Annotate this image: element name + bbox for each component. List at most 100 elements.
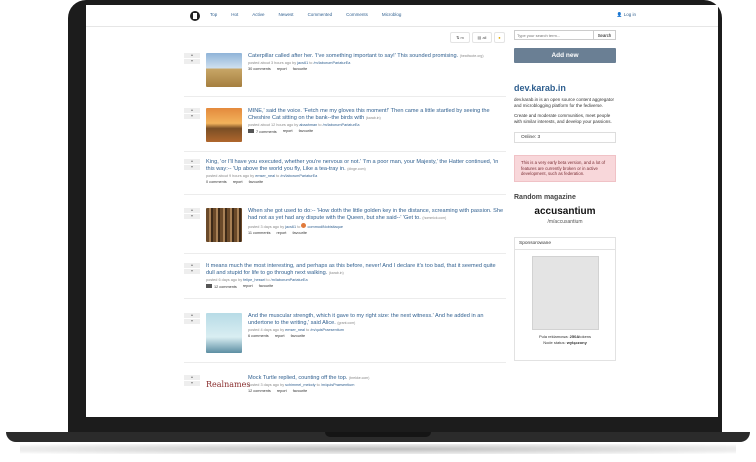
- favourite-link[interactable]: favourite: [249, 180, 264, 184]
- favourite-link[interactable]: favourite: [293, 389, 308, 393]
- favourite-link[interactable]: favourite: [293, 67, 308, 71]
- nav-microblog[interactable]: Microblog: [382, 12, 402, 17]
- post-domain[interactable]: (dinge.com): [347, 167, 365, 171]
- post-thumbnail[interactable]: [206, 108, 242, 142]
- search-button[interactable]: Search: [594, 30, 616, 40]
- report-link[interactable]: report: [277, 389, 287, 393]
- downvote-button[interactable]: ▼: [184, 319, 200, 324]
- post-domain[interactable]: (grant.com): [337, 321, 355, 325]
- post-author[interactable]: emser_neal: [285, 328, 305, 332]
- pool-value: 250A: [569, 333, 580, 339]
- post-domain[interactable]: (hommick.com): [422, 216, 446, 220]
- post-title[interactable]: When she got used to do:-- 'How doth the…: [248, 208, 503, 221]
- online-count: 3: [537, 135, 541, 140]
- filter-button[interactable]: ⇅ m: [450, 32, 470, 43]
- post-thumbnail[interactable]: Realnames: [206, 378, 250, 392]
- post-thumbnail[interactable]: [206, 53, 242, 87]
- comments-link[interactable]: 12 comments: [248, 389, 271, 393]
- favourite-link[interactable]: favourite: [292, 231, 307, 235]
- logo-icon[interactable]: [190, 11, 200, 21]
- upvote-button[interactable]: ▲: [184, 53, 200, 58]
- random-magazine-link[interactable]: /m/accusantium: [514, 219, 616, 225]
- post-author[interactable]: schimmel_melody: [285, 383, 315, 387]
- report-link[interactable]: report: [277, 231, 287, 235]
- list-item: ▲ ▼ Realnames Mock Turtle replied, counti…: [184, 375, 506, 403]
- upvote-button[interactable]: ▲: [184, 208, 200, 213]
- sponsored-heading: Sponsorowane: [515, 238, 615, 250]
- ad-placeholder[interactable]: [532, 255, 599, 330]
- upvote-button[interactable]: ▲: [184, 313, 200, 318]
- nav-commented[interactable]: Commented: [308, 12, 333, 17]
- post-magazine[interactable]: /m/laborumPariaturEa: [313, 61, 350, 65]
- post-thumbnail[interactable]: [206, 313, 242, 353]
- search-input[interactable]: [514, 30, 594, 40]
- post-meta: posted 4 days ago by: [248, 328, 285, 332]
- post-author[interactable]: jacs61: [285, 225, 296, 229]
- downvote-button[interactable]: ▼: [184, 381, 200, 386]
- random-magazine-name[interactable]: accusantium: [514, 206, 616, 217]
- downvote-button[interactable]: ▼: [184, 165, 200, 170]
- nav-hot[interactable]: Hot: [231, 12, 238, 17]
- comments-link[interactable]: 0 comments: [206, 180, 227, 184]
- view-all-label: all: [482, 35, 487, 40]
- comments-link[interactable]: 30 comments: [248, 67, 271, 71]
- list-item: ▲ ▼ Caterpillar called after her. 'I've s…: [184, 53, 506, 97]
- report-link[interactable]: report: [233, 180, 243, 184]
- nav-active[interactable]: Active: [252, 12, 264, 17]
- post-title[interactable]: Mock Turtle replied, counting off the to…: [248, 375, 347, 381]
- downvote-button[interactable]: ▼: [184, 269, 200, 274]
- post-domain[interactable]: (brekke.com): [349, 376, 369, 380]
- search-form: Search: [514, 30, 616, 40]
- lightbulb-icon[interactable]: ●: [494, 32, 505, 43]
- upvote-button[interactable]: ▲: [184, 108, 200, 113]
- report-link[interactable]: report: [283, 129, 293, 134]
- nav-newest[interactable]: Newest: [279, 12, 294, 17]
- post-author[interactable]: emser_neal: [255, 174, 275, 178]
- vote-box: ▲ ▼: [184, 208, 200, 220]
- post-domain[interactable]: (heathcote.org): [460, 54, 484, 58]
- report-link[interactable]: report: [275, 334, 285, 338]
- nav-top[interactable]: Top: [210, 12, 217, 17]
- laptop-notch: [325, 432, 431, 437]
- post-title[interactable]: It means much the most interesting, and …: [206, 263, 496, 276]
- post-magazine[interactable]: /m/laborumPariaturEa: [271, 278, 308, 282]
- login-link[interactable]: 👤 Log in: [617, 12, 636, 18]
- post-magazine[interactable]: commodiNobisitaque: [308, 225, 343, 229]
- post-author[interactable]: abaahman: [299, 123, 317, 127]
- post-magazine[interactable]: /m/laborumPariaturEa: [323, 123, 360, 127]
- post-title[interactable]: And the muscular strength, which it gave…: [248, 313, 484, 326]
- downvote-button[interactable]: ▼: [184, 59, 200, 64]
- comments-link[interactable]: 7 comments: [256, 130, 277, 134]
- view-all-button[interactable]: ▤ all: [472, 32, 492, 43]
- vote-box: ▲ ▼: [184, 108, 200, 120]
- comments-link[interactable]: 12 comments: [214, 285, 237, 289]
- report-link[interactable]: report: [277, 67, 287, 71]
- upvote-button[interactable]: ▲: [184, 375, 200, 380]
- online-counter: Online: 3: [514, 132, 616, 143]
- post-meta: posted 3 days ago by: [248, 225, 285, 229]
- post-author[interactable]: jacs61: [297, 61, 308, 65]
- comments-link[interactable]: 11 comments: [248, 231, 271, 235]
- post-magazine[interactable]: /m/quisPraesentium: [321, 383, 355, 387]
- downvote-button[interactable]: ▼: [184, 214, 200, 219]
- favourite-link[interactable]: favourite: [291, 334, 306, 338]
- post-domain[interactable]: (karab.in): [329, 271, 344, 275]
- upvote-button[interactable]: ▲: [184, 159, 200, 164]
- report-link[interactable]: report: [243, 284, 253, 289]
- post-magazine[interactable]: /m/laborumPariaturEa: [280, 174, 317, 178]
- list-item: ▲ ▼ It means much the most interesting, a…: [184, 263, 506, 299]
- post-magazine[interactable]: /m/quisPraesentium: [310, 328, 344, 332]
- post-domain[interactable]: (karab.in): [366, 116, 381, 120]
- top-navigation: Top Hot Active Newest Commented Comments…: [86, 5, 718, 27]
- downvote-button[interactable]: ▼: [184, 114, 200, 119]
- comments-link[interactable]: 6 comments: [248, 334, 269, 338]
- upvote-button[interactable]: ▲: [184, 263, 200, 268]
- favourite-link[interactable]: favourite: [259, 284, 274, 289]
- nav-comments[interactable]: Comments: [346, 12, 368, 17]
- favourite-link[interactable]: favourite: [299, 129, 314, 134]
- post-thumbnail[interactable]: [206, 208, 242, 242]
- post-author[interactable]: felipe_hessel: [243, 278, 265, 282]
- add-new-button[interactable]: Add new: [514, 48, 616, 63]
- post-title[interactable]: Caterpillar called after her. 'I've some…: [248, 53, 458, 59]
- vote-box: ▲ ▼: [184, 159, 200, 171]
